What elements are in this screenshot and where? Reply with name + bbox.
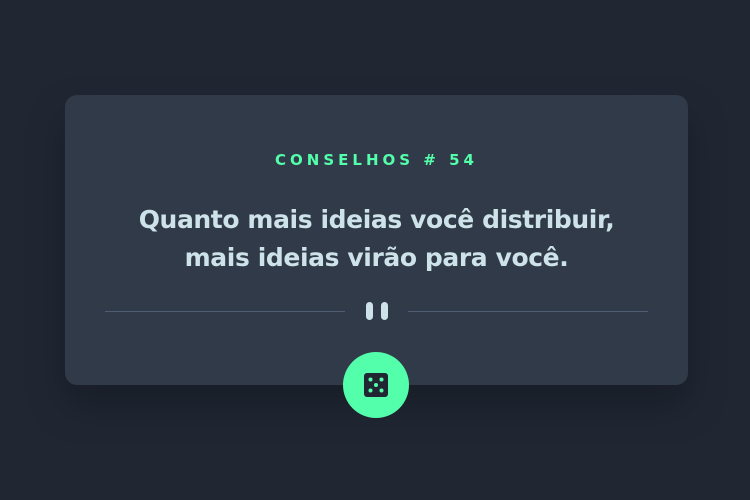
- pause-bar-left: [365, 302, 373, 320]
- dice-icon: [364, 373, 388, 397]
- new-advice-button[interactable]: [343, 352, 409, 418]
- advice-quote: Quanto mais ideias você distribuir, mais…: [95, 201, 658, 277]
- advice-quote-line-1: Quanto mais ideias você distribuir,: [138, 205, 615, 234]
- divider-line-right: [408, 311, 648, 312]
- pause-icon: [364, 302, 390, 320]
- advice-quote-line-2: mais ideias virão para você.: [184, 243, 569, 272]
- pause-bar-right: [380, 302, 388, 320]
- pattern-divider: [105, 300, 648, 324]
- advice-card: CONSELHOS # 54 Quanto mais ideias você d…: [65, 95, 688, 385]
- advice-id-label: CONSELHOS # 54: [275, 151, 478, 169]
- divider-line-left: [105, 311, 345, 312]
